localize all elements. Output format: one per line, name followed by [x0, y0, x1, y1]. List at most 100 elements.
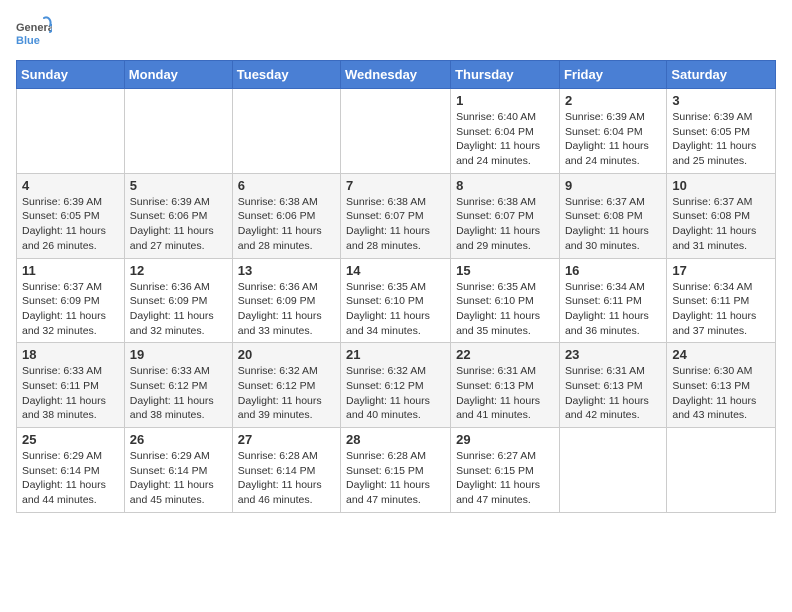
- day-info: Sunrise: 6:38 AM Sunset: 6:07 PM Dayligh…: [456, 195, 554, 254]
- day-info: Sunrise: 6:32 AM Sunset: 6:12 PM Dayligh…: [346, 364, 445, 423]
- calendar-cell: [124, 89, 232, 174]
- calendar-cell: 29Sunrise: 6:27 AM Sunset: 6:15 PM Dayli…: [451, 428, 560, 513]
- day-info: Sunrise: 6:39 AM Sunset: 6:04 PM Dayligh…: [565, 110, 661, 169]
- day-info: Sunrise: 6:37 AM Sunset: 6:09 PM Dayligh…: [22, 280, 119, 339]
- day-info: Sunrise: 6:38 AM Sunset: 6:07 PM Dayligh…: [346, 195, 445, 254]
- day-number: 17: [672, 263, 770, 278]
- calendar-cell: 12 Sunrise: 6:36 AM Sunset: 6:09 PM Dayli…: [124, 258, 232, 343]
- day-number: 4: [22, 178, 119, 193]
- calendar-cell: 4 Sunrise: 6:39 AM Sunset: 6:05 PM Daylig…: [17, 173, 125, 258]
- weekday-header-friday: Friday: [559, 61, 666, 89]
- day-number: 24: [672, 347, 770, 362]
- day-info: Sunrise: 6:39 AM Sunset: 6:06 PM Dayligh…: [130, 195, 227, 254]
- calendar-cell: 21Sunrise: 6:32 AM Sunset: 6:12 PM Dayli…: [341, 343, 451, 428]
- day-info: Sunrise: 6:29 AM Sunset: 6:14 PM Dayligh…: [22, 449, 119, 508]
- day-number: 13: [238, 263, 335, 278]
- day-number: 11: [22, 263, 119, 278]
- svg-text:General: General: [16, 22, 52, 34]
- calendar-cell: 16 Sunrise: 6:34 AM Sunset: 6:11 PM Dayli…: [559, 258, 666, 343]
- day-info: Sunrise: 6:31 AM Sunset: 6:13 PM Dayligh…: [565, 364, 661, 423]
- calendar-cell: 24 Sunrise: 6:30 AM Sunset: 6:13 PM Dayli…: [667, 343, 776, 428]
- weekday-header-wednesday: Wednesday: [341, 61, 451, 89]
- day-info: Sunrise: 6:33 AM Sunset: 6:11 PM Dayligh…: [22, 364, 119, 423]
- day-info: Sunrise: 6:30 AM Sunset: 6:13 PM Dayligh…: [672, 364, 770, 423]
- day-info: Sunrise: 6:31 AM Sunset: 6:13 PM Dayligh…: [456, 364, 554, 423]
- calendar-cell: 6Sunrise: 6:38 AM Sunset: 6:06 PM Daylig…: [232, 173, 340, 258]
- day-info: Sunrise: 6:33 AM Sunset: 6:12 PM Dayligh…: [130, 364, 227, 423]
- calendar-cell: 9 Sunrise: 6:37 AM Sunset: 6:08 PM Daylig…: [559, 173, 666, 258]
- day-info: Sunrise: 6:39 AM Sunset: 6:05 PM Dayligh…: [672, 110, 770, 169]
- day-info: Sunrise: 6:32 AM Sunset: 6:12 PM Dayligh…: [238, 364, 335, 423]
- day-info: Sunrise: 6:39 AM Sunset: 6:05 PM Dayligh…: [22, 195, 119, 254]
- logo-graphic: General Blue: [16, 16, 52, 52]
- day-info: Sunrise: 6:28 AM Sunset: 6:15 PM Dayligh…: [346, 449, 445, 508]
- day-number: 15: [456, 263, 554, 278]
- calendar-cell: 5 Sunrise: 6:39 AM Sunset: 6:06 PM Daylig…: [124, 173, 232, 258]
- calendar-cell: 23 Sunrise: 6:31 AM Sunset: 6:13 PM Dayli…: [559, 343, 666, 428]
- day-info: Sunrise: 6:40 AM Sunset: 6:04 PM Dayligh…: [456, 110, 554, 169]
- day-info: Sunrise: 6:35 AM Sunset: 6:10 PM Dayligh…: [456, 280, 554, 339]
- calendar-cell: [341, 89, 451, 174]
- day-number: 10: [672, 178, 770, 193]
- calendar-cell: 10 Sunrise: 6:37 AM Sunset: 6:08 PM Dayli…: [667, 173, 776, 258]
- weekday-header-thursday: Thursday: [451, 61, 560, 89]
- calendar-header: SundayMondayTuesdayWednesdayThursdayFrid…: [17, 61, 776, 89]
- day-info: Sunrise: 6:37 AM Sunset: 6:08 PM Dayligh…: [672, 195, 770, 254]
- day-number: 7: [346, 178, 445, 193]
- day-info: Sunrise: 6:36 AM Sunset: 6:09 PM Dayligh…: [238, 280, 335, 339]
- day-number: 27: [238, 432, 335, 447]
- calendar-cell: 20 Sunrise: 6:32 AM Sunset: 6:12 PM Dayli…: [232, 343, 340, 428]
- calendar-cell: 13 Sunrise: 6:36 AM Sunset: 6:09 PM Dayli…: [232, 258, 340, 343]
- day-number: 29: [456, 432, 554, 447]
- calendar-cell: 3 Sunrise: 6:39 AM Sunset: 6:05 PM Daylig…: [667, 89, 776, 174]
- calendar-cell: 25 Sunrise: 6:29 AM Sunset: 6:14 PM Dayli…: [17, 428, 125, 513]
- calendar-week-3: 11 Sunrise: 6:37 AM Sunset: 6:09 PM Dayli…: [17, 258, 776, 343]
- day-number: 3: [672, 93, 770, 108]
- day-number: 1: [456, 93, 554, 108]
- calendar-cell: [17, 89, 125, 174]
- calendar-cell: 14 Sunrise: 6:35 AM Sunset: 6:10 PM Dayli…: [341, 258, 451, 343]
- svg-text:Blue: Blue: [16, 35, 40, 47]
- calendar-cell: 18 Sunrise: 6:33 AM Sunset: 6:11 PM Dayli…: [17, 343, 125, 428]
- day-number: 28: [346, 432, 445, 447]
- calendar-cell: 19 Sunrise: 6:33 AM Sunset: 6:12 PM Dayli…: [124, 343, 232, 428]
- page-header: General Blue: [16, 16, 776, 52]
- day-number: 19: [130, 347, 227, 362]
- calendar-cell: 8 Sunrise: 6:38 AM Sunset: 6:07 PM Daylig…: [451, 173, 560, 258]
- calendar-cell: 28 Sunrise: 6:28 AM Sunset: 6:15 PM Dayli…: [341, 428, 451, 513]
- day-number: 23: [565, 347, 661, 362]
- calendar-cell: [232, 89, 340, 174]
- day-number: 20: [238, 347, 335, 362]
- day-number: 16: [565, 263, 661, 278]
- day-number: 9: [565, 178, 661, 193]
- weekday-header-tuesday: Tuesday: [232, 61, 340, 89]
- calendar-cell: 7 Sunrise: 6:38 AM Sunset: 6:07 PM Daylig…: [341, 173, 451, 258]
- day-number: 22: [456, 347, 554, 362]
- day-info: Sunrise: 6:36 AM Sunset: 6:09 PM Dayligh…: [130, 280, 227, 339]
- calendar-cell: 17Sunrise: 6:34 AM Sunset: 6:11 PM Dayli…: [667, 258, 776, 343]
- day-info: Sunrise: 6:35 AM Sunset: 6:10 PM Dayligh…: [346, 280, 445, 339]
- calendar-cell: 27 Sunrise: 6:28 AM Sunset: 6:14 PM Dayli…: [232, 428, 340, 513]
- calendar-cell: 15 Sunrise: 6:35 AM Sunset: 6:10 PM Dayli…: [451, 258, 560, 343]
- day-number: 6: [238, 178, 335, 193]
- day-number: 18: [22, 347, 119, 362]
- calendar-week-2: 4 Sunrise: 6:39 AM Sunset: 6:05 PM Daylig…: [17, 173, 776, 258]
- calendar-cell: 26Sunrise: 6:29 AM Sunset: 6:14 PM Dayli…: [124, 428, 232, 513]
- day-number: 25: [22, 432, 119, 447]
- calendar-cell: [559, 428, 666, 513]
- day-info: Sunrise: 6:28 AM Sunset: 6:14 PM Dayligh…: [238, 449, 335, 508]
- day-info: Sunrise: 6:34 AM Sunset: 6:11 PM Dayligh…: [565, 280, 661, 339]
- day-number: 2: [565, 93, 661, 108]
- day-info: Sunrise: 6:37 AM Sunset: 6:08 PM Dayligh…: [565, 195, 661, 254]
- weekday-row: SundayMondayTuesdayWednesdayThursdayFrid…: [17, 61, 776, 89]
- calendar-week-5: 25 Sunrise: 6:29 AM Sunset: 6:14 PM Dayli…: [17, 428, 776, 513]
- weekday-header-sunday: Sunday: [17, 61, 125, 89]
- calendar-cell: 11 Sunrise: 6:37 AM Sunset: 6:09 PM Dayli…: [17, 258, 125, 343]
- logo: General Blue: [16, 16, 52, 52]
- day-number: 8: [456, 178, 554, 193]
- calendar-week-1: 1 Sunrise: 6:40 AM Sunset: 6:04 PM Daylig…: [17, 89, 776, 174]
- logo-svg: General Blue: [16, 16, 52, 52]
- day-number: 5: [130, 178, 227, 193]
- day-number: 14: [346, 263, 445, 278]
- day-number: 12: [130, 263, 227, 278]
